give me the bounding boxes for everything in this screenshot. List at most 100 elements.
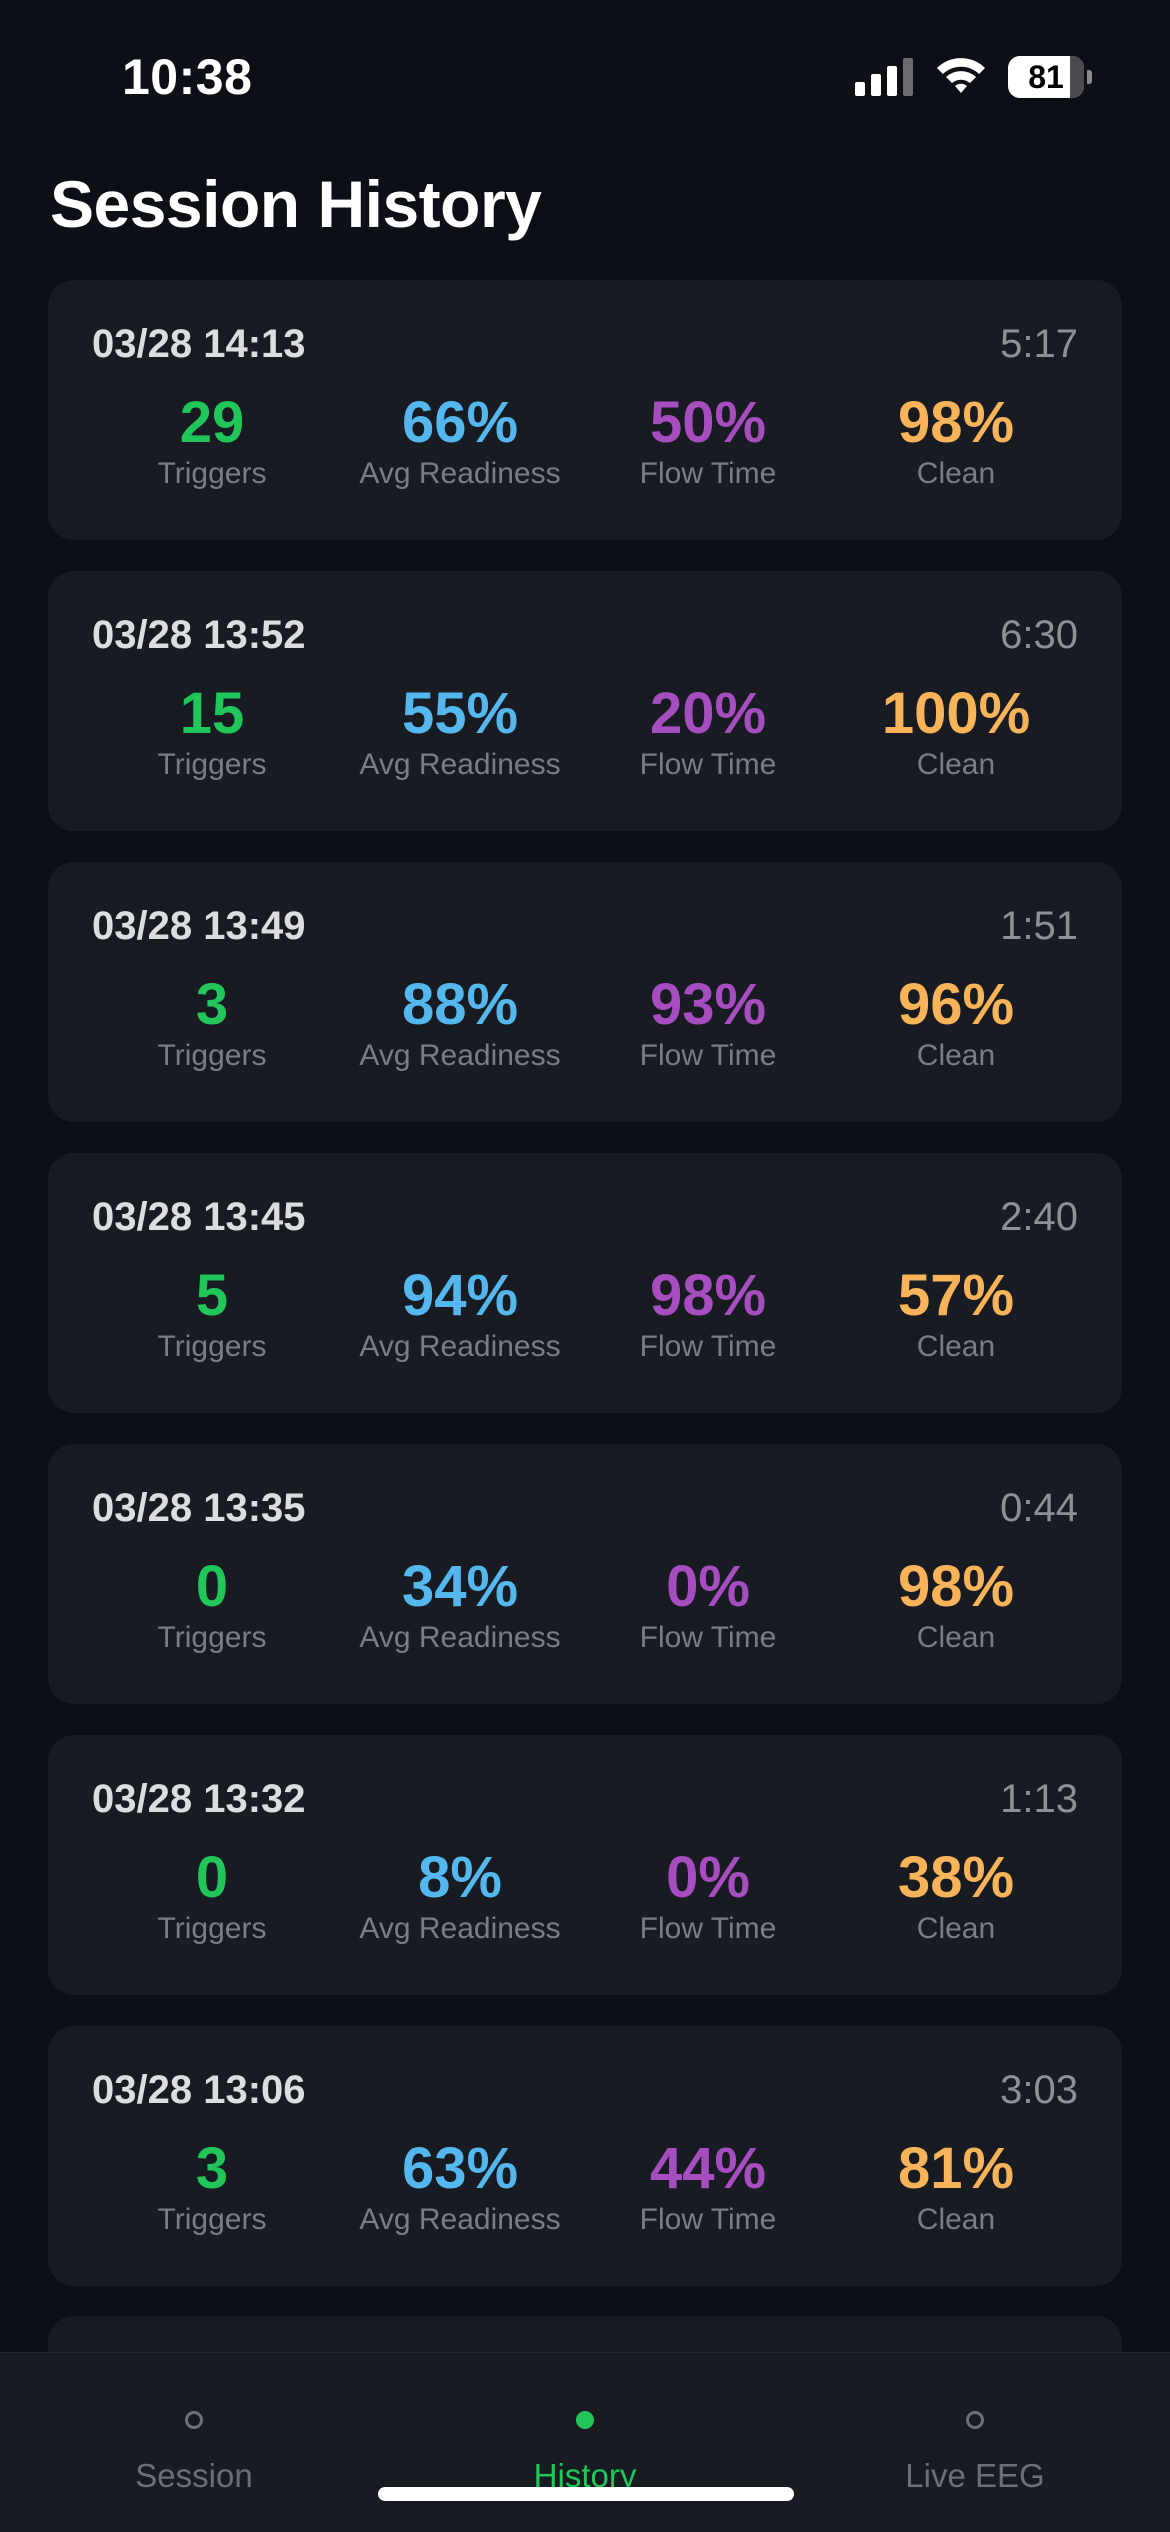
session-card[interactable]: 03/28 14:13 5:17 29 Triggers 66% Avg Readines…	[48, 280, 1122, 540]
tab-live-eeg[interactable]: Live EEG	[825, 2353, 1125, 2532]
clean-label: Clean	[916, 457, 996, 490]
tab-history[interactable]: History	[435, 2353, 735, 2532]
flow-time-metric: 93% Flow Time	[588, 974, 828, 1074]
clean-value: 98%	[897, 1554, 1015, 1619]
session-card[interactable]: 03/28 13:35 0:44 0 Triggers 34% Avg Readiness…	[48, 1444, 1122, 1704]
avg-readiness-label: Avg Readiness	[359, 748, 561, 781]
flow-time-metric: 50% Flow Time	[588, 392, 828, 492]
clean-value: 57%	[897, 1263, 1015, 1328]
flow-time-value: 0%	[666, 1554, 750, 1619]
session-list[interactable]: 03/28 14:13 5:17 29 Triggers 66% Avg Readines…	[48, 280, 1122, 2317]
session-duration: 0:44	[1000, 1486, 1078, 1530]
triggers-metric: 5 Triggers	[92, 1265, 332, 1365]
flow-time-label: Flow Time	[639, 1330, 777, 1363]
clean-label: Clean	[916, 1039, 996, 1072]
battery-level: 81	[1028, 59, 1064, 95]
session-date: 03/28 13:45	[92, 1195, 306, 1239]
avg-readiness-metric: 94% Avg Readiness	[340, 1265, 580, 1365]
triggers-value: 0	[195, 1554, 229, 1619]
home-indicator[interactable]	[378, 2487, 794, 2501]
triggers-value: 3	[195, 972, 229, 1037]
signal-icon	[855, 58, 915, 96]
session-date: 03/28 13:35	[92, 1486, 306, 1530]
triggers-label: Triggers	[157, 1039, 267, 1072]
avg-readiness-value: 88%	[401, 972, 519, 1037]
triggers-label: Triggers	[157, 2203, 267, 2236]
session-metrics: 3 Triggers 63% Avg Readiness 44% Flow Time 81%…	[48, 2138, 1122, 2248]
tab-bar: Session History Live EEG	[0, 2352, 1170, 2532]
avg-readiness-value: 34%	[401, 1554, 519, 1619]
triggers-value: 0	[195, 1845, 229, 1910]
avg-readiness-metric: 34% Avg Readiness	[340, 1556, 580, 1656]
session-card[interactable]: 03/28 13:06 3:03 3 Triggers 63% Avg Readiness…	[48, 2026, 1122, 2286]
history-tab-icon	[576, 2411, 594, 2429]
avg-readiness-metric: 66% Avg Readiness	[340, 392, 580, 492]
triggers-value: 29	[179, 390, 245, 455]
battery-icon: 81	[1008, 56, 1092, 98]
session-duration: 1:51	[1000, 904, 1078, 948]
status-bar: 10:38 81	[0, 0, 1170, 150]
session-card[interactable]: 03/28 13:45 2:40 5 Triggers 94% Avg Readiness…	[48, 1153, 1122, 1413]
flow-time-label: Flow Time	[639, 1912, 777, 1945]
session-date: 03/28 13:32	[92, 1777, 306, 1821]
session-date: 03/28 13:52	[92, 613, 306, 657]
session-metrics: 29 Triggers 66% Avg Readiness 50% Flow Time 98…	[48, 392, 1122, 502]
clean-label: Clean	[916, 1621, 996, 1654]
flow-time-label: Flow Time	[639, 748, 777, 781]
avg-readiness-label: Avg Readiness	[359, 1912, 561, 1945]
session-tab-icon	[185, 2411, 203, 2429]
flow-time-metric: 0% Flow Time	[588, 1847, 828, 1947]
triggers-metric: 3 Triggers	[92, 2138, 332, 2238]
clean-metric: 98% Clean	[836, 1556, 1076, 1656]
clean-label: Clean	[916, 1330, 996, 1363]
session-metrics: 0 Triggers 34% Avg Readiness 0% Flow Time 98% C…	[48, 1556, 1122, 1666]
flow-time-value: 20%	[649, 681, 767, 746]
triggers-label: Triggers	[157, 748, 267, 781]
flow-time-value: 98%	[649, 1263, 767, 1328]
session-card[interactable]: 03/28 13:49 1:51 3 Triggers 88% Avg Readiness…	[48, 862, 1122, 1122]
clean-value: 100%	[881, 681, 1031, 746]
clean-value: 98%	[897, 390, 1015, 455]
flow-time-metric: 44% Flow Time	[588, 2138, 828, 2238]
flow-time-metric: 0% Flow Time	[588, 1556, 828, 1656]
triggers-metric: 3 Triggers	[92, 974, 332, 1074]
flow-time-value: 50%	[649, 390, 767, 455]
avg-readiness-label: Avg Readiness	[359, 1330, 561, 1363]
flow-time-metric: 98% Flow Time	[588, 1265, 828, 1365]
tab-label: Live EEG	[905, 2457, 1045, 2494]
avg-readiness-metric: 88% Avg Readiness	[340, 974, 580, 1074]
clean-value: 96%	[897, 972, 1015, 1037]
clean-metric: 57% Clean	[836, 1265, 1076, 1365]
avg-readiness-metric: 8% Avg Readiness	[340, 1847, 580, 1947]
session-duration: 5:17	[1000, 322, 1078, 366]
session-metrics: 3 Triggers 88% Avg Readiness 93% Flow Time 96%…	[48, 974, 1122, 1084]
flow-time-value: 44%	[649, 2136, 767, 2201]
clean-label: Clean	[916, 748, 996, 781]
flow-time-value: 0%	[666, 1845, 750, 1910]
battery-body: 81	[1008, 56, 1084, 98]
session-card[interactable]: 03/28 13:52 6:30 15 Triggers 55% Avg Readines…	[48, 571, 1122, 831]
avg-readiness-label: Avg Readiness	[359, 1621, 561, 1654]
session-date: 03/28 13:06	[92, 2068, 306, 2112]
triggers-metric: 0 Triggers	[92, 1556, 332, 1656]
wifi-icon	[937, 58, 985, 93]
clean-metric: 100% Clean	[836, 683, 1076, 783]
avg-readiness-value: 66%	[401, 390, 519, 455]
session-metrics: 0 Triggers 8% Avg Readiness 0% Flow Time 38% Cl…	[48, 1847, 1122, 1957]
flow-time-label: Flow Time	[639, 1039, 777, 1072]
session-card[interactable]: 03/28 13:32 1:13 0 Triggers 8% Avg Readiness 0…	[48, 1735, 1122, 1995]
page-title: Session History	[50, 167, 542, 241]
clean-label: Clean	[916, 2203, 996, 2236]
session-duration: 2:40	[1000, 1195, 1078, 1239]
triggers-metric: 15 Triggers	[92, 683, 332, 783]
session-date: 03/28 14:13	[92, 322, 306, 366]
avg-readiness-label: Avg Readiness	[359, 1039, 561, 1072]
tab-session[interactable]: Session	[44, 2353, 344, 2532]
session-date: 03/28 13:49	[92, 904, 306, 948]
flow-time-metric: 20% Flow Time	[588, 683, 828, 783]
avg-readiness-value: 94%	[401, 1263, 519, 1328]
triggers-value: 5	[195, 1263, 229, 1328]
flow-time-label: Flow Time	[639, 1621, 777, 1654]
status-time: 10:38	[122, 49, 253, 105]
live-eeg-tab-icon	[966, 2411, 984, 2429]
